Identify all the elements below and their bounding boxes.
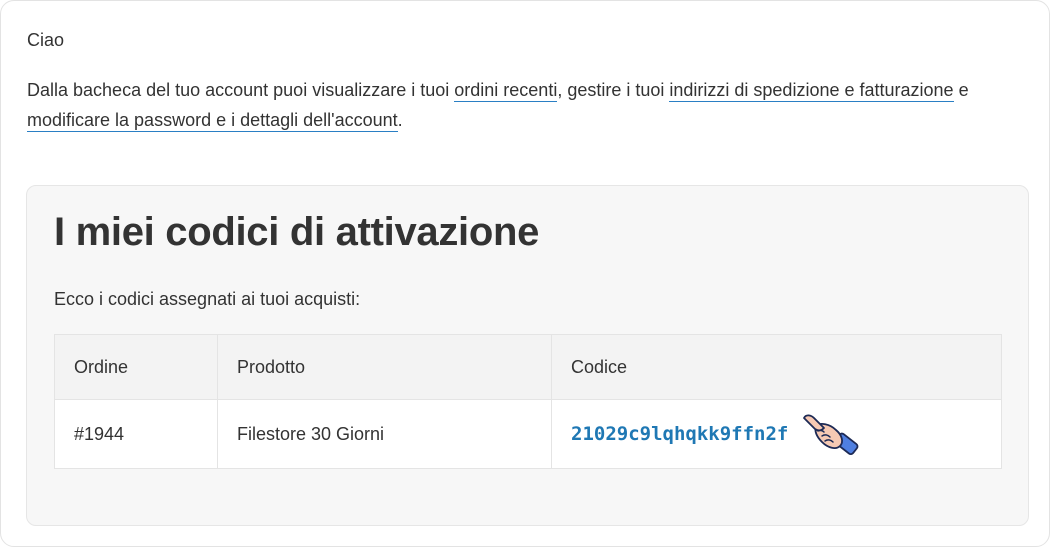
account-dashboard: Ciao Dalla bacheca del tuo account puoi …: [0, 0, 1050, 547]
activation-code[interactable]: 21029c9lqhqkk9ffn2f: [571, 423, 788, 445]
intro-text-2: , gestire i tuoi: [557, 80, 670, 100]
intro-text-1: Dalla bacheca del tuo account puoi visua…: [27, 80, 455, 100]
panel-subtitle: Ecco i codici assegnati ai tuoi acquisti…: [54, 289, 361, 309]
panel-title: I miei codici di attivazione: [54, 210, 540, 254]
column-header-code: Codice: [551, 334, 1002, 400]
pointing-hand-icon[interactable]: [800, 412, 862, 456]
activation-codes-table: Ordine Prodotto Codice #1944 Filestore 3…: [54, 334, 1002, 469]
activation-code-cell: 21029c9lqhqkk9ffn2f: [551, 399, 1002, 469]
recent-orders-link[interactable]: ordini recenti: [454, 80, 558, 102]
product-name-cell: Filestore 30 Giorni: [217, 399, 552, 469]
activation-codes-panel: I miei codici di attivazione Ecco i codi…: [26, 185, 1029, 526]
column-header-order: Ordine: [54, 334, 218, 400]
table-row: #1944 Filestore 30 Giorni 21029c9lqhqkk9…: [54, 399, 1002, 469]
intro-text-4: .: [397, 110, 403, 130]
intro-text-3: e: [953, 80, 969, 100]
account-details-link[interactable]: modificare la password e i dettagli dell…: [27, 110, 398, 132]
order-number-cell: #1944: [54, 399, 218, 469]
greeting-text: Ciao: [27, 30, 65, 50]
column-header-product: Prodotto: [217, 334, 552, 400]
table-header-row: Ordine Prodotto Codice: [54, 334, 1002, 400]
addresses-link[interactable]: indirizzi di spedizione e fatturazione: [669, 80, 954, 102]
dashboard-intro: Dalla bacheca del tuo account puoi visua…: [27, 75, 1017, 135]
